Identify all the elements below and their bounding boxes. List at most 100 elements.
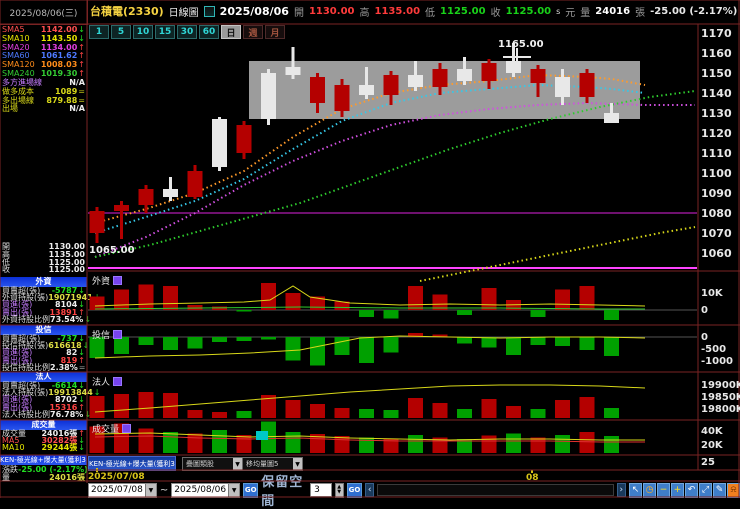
sidebar-indicator-tab[interactable]: KEN-極光線+爆大量(獲利3UP( (0, 455, 87, 465)
ohlc-panel: 開 1130.00 高 1135.00 低 1125.00 收 1125.00 (0, 242, 87, 274)
trend-arrow-icon: ↑ (78, 68, 85, 78)
trend-arrow-icon: ↑ (78, 60, 85, 70)
svg-text:19850K: 19850K (701, 392, 740, 403)
trend-arrow-icon: ↓ (78, 34, 85, 44)
volume-unit: 張 (635, 7, 646, 19)
row-label: SMA120 (2, 60, 35, 70)
svg-text:-1000: -1000 (701, 356, 733, 367)
svg-text:1160: 1160 (701, 47, 732, 60)
pane-legend-swatch (113, 276, 123, 285)
pane-title-投信: 投信 (92, 328, 123, 341)
row-value: 1019.30 (40, 68, 78, 78)
row-value: 73.54% (50, 315, 84, 325)
timeframe-button-月[interactable]: 月 (265, 25, 285, 39)
close-value: 1125.00 (505, 5, 552, 17)
sidebar-section-成交量: 成交量 成交量 24016張 ↑ MA5 30282張 ↓ MA10 29244張 ↓ (0, 420, 87, 452)
pane-title-外資: 外資 (92, 274, 123, 287)
data-row: 量 24016張 (0, 474, 87, 482)
chart-type-icon[interactable] (203, 5, 215, 17)
spinner-control[interactable]: ▲ ▼ (334, 482, 344, 498)
timeframe-button-5[interactable]: 5 (111, 25, 131, 39)
data-row: 投信持股比例 2.38% = (0, 364, 87, 372)
indicator-panels: 10K00-500-100019900K19850K19800K40K20K25 (88, 282, 740, 468)
timeframe-button-週[interactable]: 週 (243, 25, 263, 39)
high-value: 1135.00 (374, 5, 421, 17)
go-button[interactable]: GO (346, 482, 362, 498)
overlay-dropdown[interactable]: 疊圖類股 ▼ (182, 457, 243, 471)
trend-arrow-icon: = (78, 87, 85, 97)
timeframe-buttons: 1 5 10 15 30 60 日週月 (89, 25, 285, 39)
scroll-left-arrow[interactable]: ‹ (365, 483, 375, 497)
reserve-space-input[interactable]: 3 (310, 483, 332, 497)
undo-icon[interactable]: ↶ (685, 482, 699, 498)
chart-toolbar: ↖ ◷ − + ↶ ⤢ ✎ ⍾ (629, 482, 740, 498)
zoom-in-icon[interactable]: + (671, 482, 685, 498)
close-suffix: s (556, 6, 561, 16)
scroll-right-arrow[interactable]: › (616, 483, 627, 497)
chevron-down-icon[interactable]: ▼ (233, 458, 242, 470)
row-label: 做多成本 (2, 87, 34, 97)
svg-text:1130: 1130 (701, 107, 732, 120)
chevron-down-icon[interactable]: ▼ (293, 458, 302, 470)
timeframe-button-10[interactable]: 10 (133, 25, 153, 39)
horizontal-lines (88, 212, 697, 269)
timeframe-button-day[interactable]: 日 (221, 25, 241, 39)
svg-text:1080: 1080 (701, 207, 732, 220)
svg-text:10K: 10K (701, 288, 724, 299)
row-value: 1143.50 (40, 34, 78, 44)
timeframe-button-15[interactable]: 15 (155, 25, 175, 39)
pane-title-法人: 法人 (92, 375, 123, 388)
volume-value: 24016 (595, 5, 631, 17)
row-value: 1008.03 (40, 60, 78, 70)
svg-text:1110: 1110 (701, 147, 732, 160)
data-row: 外資持股比例 73.54% ↓ (0, 315, 91, 325)
data-row: 收 1125.00 (0, 266, 87, 274)
pane-title-label: 投信 (92, 331, 111, 341)
alert-bell-icon[interactable]: ⍾ (727, 482, 740, 498)
indicator-tab[interactable]: KEN-極光線+爆大量(獲利3UP) (88, 456, 176, 471)
pane-title-label: 外資 (92, 277, 111, 287)
stock-name: 台積電(2330) (90, 5, 164, 18)
pane-legend-swatch (113, 377, 123, 386)
row-label: 收 (2, 265, 10, 275)
header-date: 2025/08/06 (219, 4, 289, 18)
sidebar-section-法人: 法人 買賣超(張) -6614 ↓ 法人持股(張) 19913844 ↓ 買進(張) 8702 ↓… (0, 372, 100, 420)
row-value: 24016張 (49, 473, 85, 482)
svg-text:20K: 20K (701, 440, 724, 451)
cursor-icon[interactable]: ↖ (629, 482, 643, 498)
volume-ma-dropdown[interactable]: 移均量圖5 ▼ (242, 457, 303, 471)
change-value: -25.00 (-2.17%) (650, 5, 738, 17)
timeframe-button-30[interactable]: 30 (177, 25, 197, 39)
go-button[interactable]: GO (243, 482, 259, 498)
chevron-down-icon[interactable]: ▼ (228, 483, 240, 497)
data-row: 法人持股比例 76.78% ↓ (0, 410, 91, 420)
date-to-value: 2025/08/06 (174, 485, 227, 495)
data-row: 出場 N/A (0, 105, 87, 114)
data-row: MA10 29244張 ↓ (0, 443, 87, 453)
timeframe-button-60[interactable]: 60 (199, 25, 219, 39)
sidebar-section-投信: 投信 買賣超(張) -737 ↓ 投信持股(張) 616618 ↓ 買進(張) 82 ↓ 賣出(張)… (0, 325, 89, 372)
svg-text:1100: 1100 (701, 167, 732, 180)
svg-text:1065.00: 1065.00 (89, 245, 135, 256)
svg-text:40K: 40K (701, 426, 724, 437)
timeframe-button-1[interactable]: 1 (89, 25, 109, 39)
svg-text:0: 0 (701, 305, 708, 316)
row-value: 76.78% (50, 410, 84, 420)
zoom-out-icon[interactable]: − (657, 482, 671, 498)
open-label: 開 (293, 7, 304, 19)
draw-icon[interactable]: ✎ (713, 482, 727, 498)
date-from-input[interactable]: 2025/07/08 ▼ (88, 482, 157, 498)
chevron-down-icon[interactable]: ▼ (144, 483, 156, 497)
row-value: 29244張 (41, 443, 78, 453)
svg-text:1070: 1070 (701, 227, 732, 240)
sma-values-panel: SMA5 1142.00 ↓ SMA10 1143.50 ↓ SMA20 1134.00 ↑ SM… (0, 26, 87, 78)
clock-icon[interactable]: ◷ (643, 482, 657, 498)
fullscreen-icon[interactable]: ⤢ (699, 482, 713, 498)
row-label: MA10 (2, 443, 25, 453)
chart-scrollbar[interactable] (377, 484, 614, 496)
date-to-input[interactable]: 2025/08/06 ▼ (171, 482, 241, 498)
xaxis-start-date: 2025/07/08 (88, 472, 145, 482)
high-label: 高 (359, 7, 370, 19)
title-bar: 台積電(2330) 日線圖 2025/08/06 開 1130.00 高 113… (90, 2, 737, 20)
svg-text:1170: 1170 (701, 27, 732, 40)
